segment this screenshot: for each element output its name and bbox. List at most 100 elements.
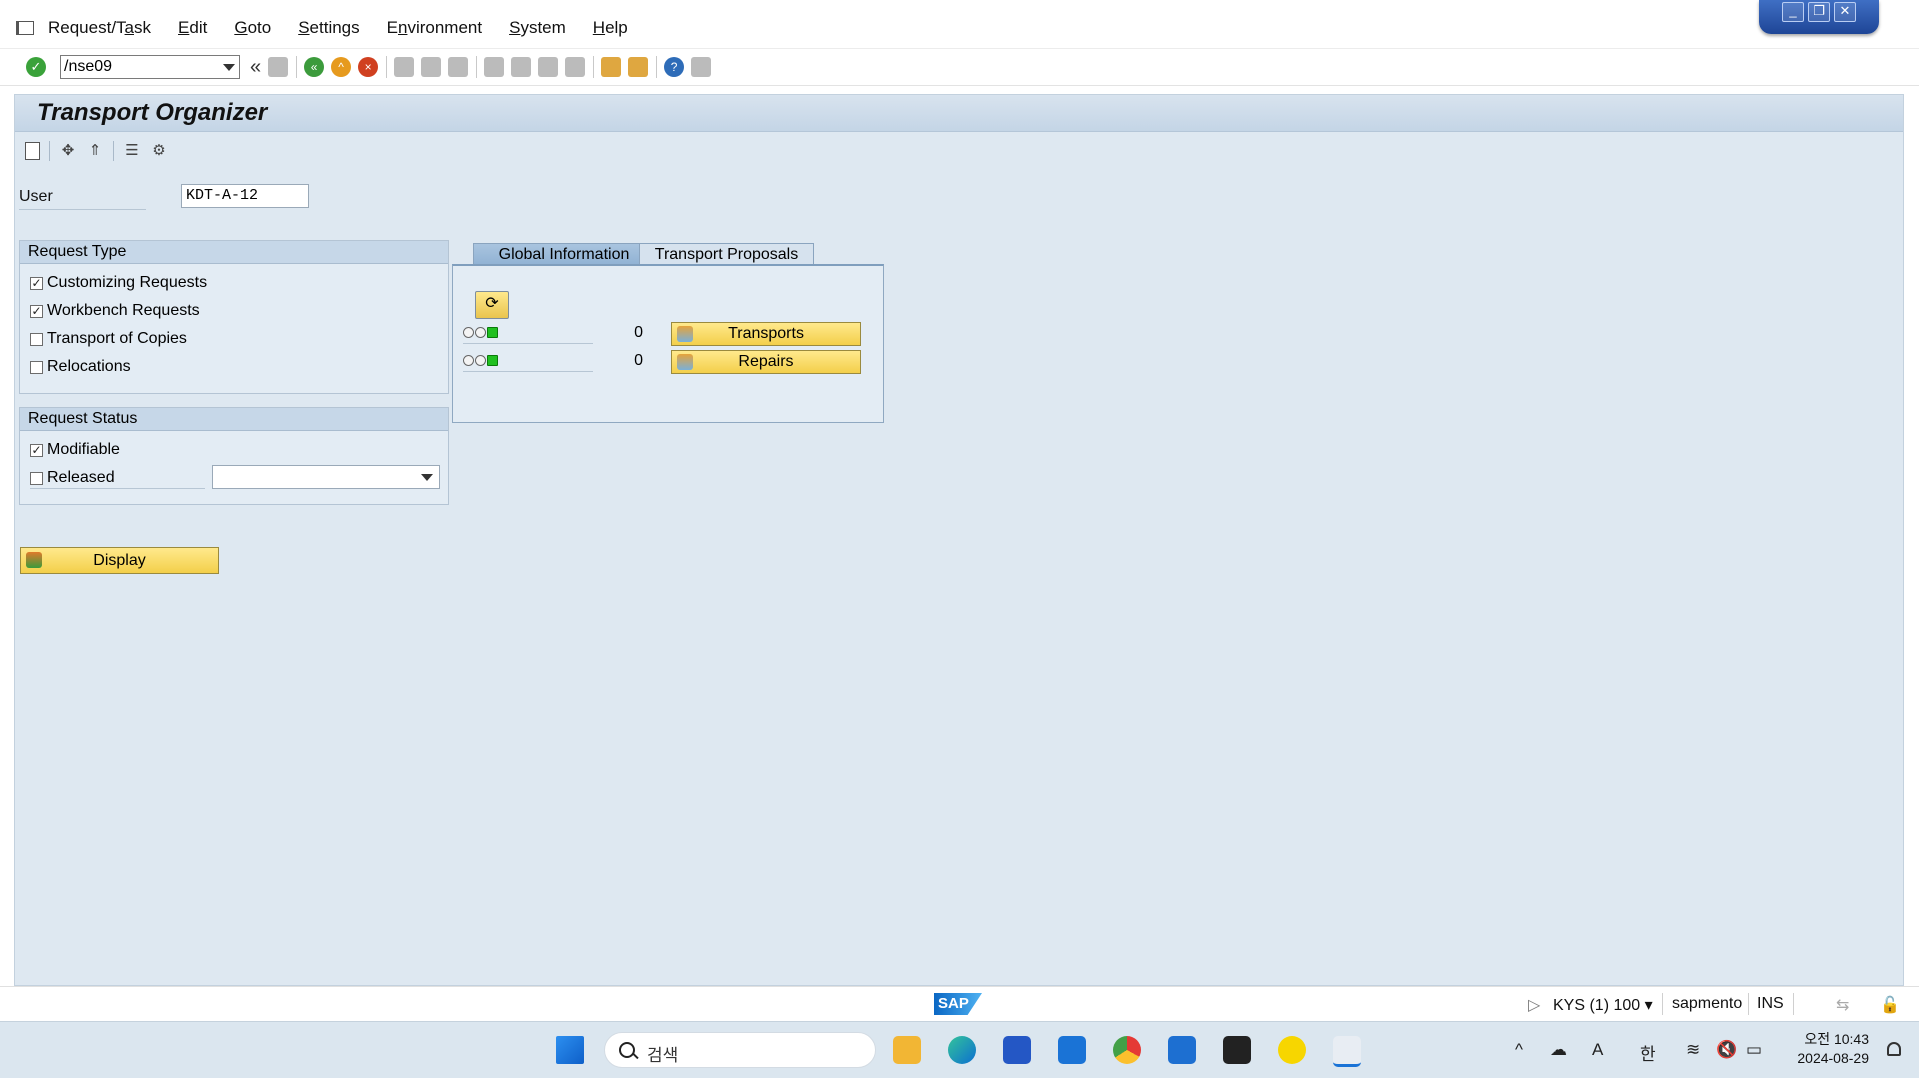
relocations-checkbox[interactable]: Relocations (30, 358, 131, 376)
exit-icon[interactable]: ^ (331, 57, 352, 77)
toolbar-separator (476, 56, 478, 78)
checkbox[interactable] (30, 471, 43, 485)
release-icon[interactable]: ⇑ (86, 142, 104, 160)
toolbar-separator (593, 56, 595, 78)
command-field[interactable] (60, 55, 240, 79)
next-page-icon[interactable] (538, 57, 559, 77)
system-info[interactable]: KYS (1) 100 ▾ (1553, 995, 1653, 1015)
previous-page-icon[interactable] (511, 57, 532, 77)
find-next-icon[interactable] (448, 57, 469, 77)
edge-icon[interactable] (948, 1036, 976, 1064)
taskbar: 검색 ^ ☁ A 한 ≋ 🔇 ▭ 오전 10:43 2024-08-29 (0, 1021, 1919, 1078)
global-information-panel: ⟳ 0 Transports 0 Repairs (452, 264, 884, 423)
light-off-icon (463, 355, 474, 366)
menu-system[interactable]: System (509, 18, 566, 38)
show-hidden-icons[interactable]: ^ (1515, 1040, 1523, 1060)
title-bar: Transport Organizer (15, 95, 1903, 132)
ime-mode-indicator[interactable]: A (1592, 1040, 1603, 1060)
released-checkbox[interactable]: Released (30, 469, 115, 487)
taskbar-search[interactable]: 검색 (604, 1032, 876, 1068)
notepad-icon[interactable] (1168, 1036, 1196, 1064)
play-icon[interactable]: ▷ (1528, 995, 1540, 1015)
last-page-icon[interactable] (565, 57, 586, 77)
shortcut-icon[interactable] (628, 57, 649, 77)
file-explorer-icon[interactable] (893, 1036, 921, 1064)
menu-environment[interactable]: Environment (387, 18, 482, 38)
create-session-icon[interactable] (601, 57, 622, 77)
outlook-icon[interactable] (1058, 1036, 1086, 1064)
refresh-button[interactable]: ⟳ (475, 291, 509, 319)
lock-icon[interactable]: 🔓 (1880, 995, 1900, 1015)
command-input[interactable] (61, 56, 217, 78)
checkbox[interactable] (30, 360, 43, 374)
display-change-icon[interactable]: ✥ (59, 142, 77, 160)
windows-start-icon[interactable] (556, 1036, 584, 1064)
repairs-button[interactable]: Repairs (671, 350, 861, 374)
menu-icon[interactable] (16, 21, 34, 35)
checkbox[interactable]: ✓ (30, 276, 43, 290)
menu-edit[interactable]: Edit (178, 18, 207, 38)
page-title: Transport Organizer (37, 99, 268, 126)
transports-button[interactable]: Transports (671, 322, 861, 346)
transports-status-lights (463, 327, 499, 338)
collapse-command-icon[interactable]: « (250, 56, 261, 79)
help-icon[interactable]: ? (664, 57, 685, 77)
clock-time: 오전 10:43 (1804, 1031, 1869, 1047)
clock-date: 2024-08-29 (1797, 1050, 1869, 1066)
chrome-icon[interactable] (1113, 1036, 1141, 1064)
first-page-icon[interactable] (484, 57, 505, 77)
cancel-icon[interactable]: × (358, 57, 379, 77)
kakaotalk-icon[interactable] (1278, 1036, 1306, 1064)
request-status-group: Request Status ✓ Modifiable Released (19, 407, 449, 505)
back-icon[interactable]: « (304, 57, 325, 77)
new-document-icon[interactable] (25, 142, 40, 160)
checkbox[interactable] (30, 332, 43, 346)
notification-bell-icon[interactable] (1887, 1042, 1901, 1056)
wifi-icon[interactable]: ≋ (1686, 1040, 1700, 1060)
tab-transport-proposals[interactable]: Transport Proposals (639, 243, 814, 266)
volume-muted-icon[interactable]: 🔇 (1716, 1040, 1737, 1060)
refresh-icon: ⟳ (485, 295, 499, 312)
status-mode[interactable]: INS (1757, 995, 1784, 1013)
status-separator (1662, 993, 1663, 1015)
checkbox[interactable]: ✓ (30, 443, 43, 457)
menu-settings[interactable]: Settings (298, 18, 359, 38)
checkbox[interactable]: ✓ (30, 304, 43, 318)
taskbar-clock[interactable]: 오전 10:43 2024-08-29 (1797, 1030, 1869, 1068)
command-dropdown-icon[interactable] (223, 64, 235, 71)
standard-toolbar: ✓ « « ^ × ? (0, 48, 1919, 86)
customize-layout-icon[interactable] (691, 57, 712, 77)
onedrive-icon[interactable]: ☁ (1550, 1040, 1567, 1060)
customizing-requests-checkbox[interactable]: ✓ Customizing Requests (30, 274, 207, 292)
store-icon[interactable] (1003, 1036, 1031, 1064)
tab-global-information[interactable]: Global Information (473, 243, 655, 266)
system-messages-icon[interactable]: ⇆ (1836, 995, 1849, 1015)
save-icon[interactable] (268, 57, 289, 77)
find-icon[interactable] (421, 57, 442, 77)
request-type-group: Request Type ✓ Customizing Requests ✓ Work… (19, 240, 449, 394)
released-date-dropdown[interactable] (212, 465, 440, 489)
workbench-requests-checkbox[interactable]: ✓ Workbench Requests (30, 302, 200, 320)
modifiable-checkbox[interactable]: ✓ Modifiable (30, 441, 120, 459)
sticky-notes-icon[interactable] (1223, 1036, 1251, 1064)
transport-of-copies-checkbox[interactable]: Transport of Copies (30, 330, 187, 348)
toolbar-separator (113, 141, 114, 161)
status-separator (1748, 993, 1749, 1015)
application-toolbar: ✥ ⇑ ☰ ⚙ (15, 132, 1903, 170)
user-input[interactable]: KDT-A-12 (181, 184, 309, 208)
menu-help[interactable]: Help (593, 18, 628, 38)
battery-icon[interactable]: ▭ (1746, 1040, 1762, 1060)
print-icon[interactable] (394, 57, 415, 77)
ime-language-indicator[interactable]: 한 (1640, 1040, 1656, 1065)
menu-request-task[interactable]: Request/Task (48, 18, 151, 38)
settings-icon[interactable]: ☰ (123, 142, 141, 160)
chevron-down-icon[interactable] (421, 474, 433, 481)
tools-icon[interactable]: ⚙ (150, 142, 168, 160)
display-button[interactable]: Display (20, 547, 219, 574)
enter-checkmark-icon[interactable]: ✓ (26, 57, 46, 77)
toolbar-separator (656, 56, 658, 78)
status-bar: SAP ▷ KYS (1) 100 ▾ sapmento INS ⇆ 🔓 (0, 986, 1919, 1021)
menu-goto[interactable]: Goto (234, 18, 271, 38)
toolbar-separator (386, 56, 388, 78)
sap-logon-icon[interactable] (1333, 1036, 1361, 1067)
